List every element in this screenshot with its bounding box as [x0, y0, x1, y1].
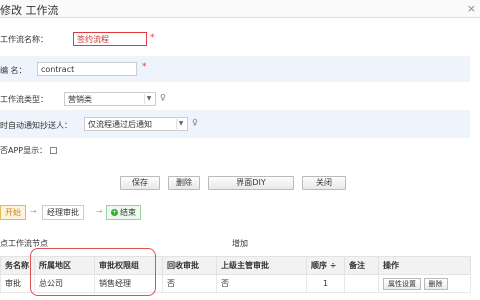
arrow-right-icon: →: [30, 207, 37, 216]
workflow-name-input[interactable]: 签约流程: [73, 32, 147, 46]
col-order[interactable]: 顺序 ÷: [306, 256, 345, 275]
col-recall: 回收审批: [162, 256, 217, 275]
cell-region: 总公司: [34, 274, 95, 293]
end-circle-icon: +: [111, 209, 118, 216]
app-label: 否APP显示：: [0, 146, 48, 155]
cell-name: 审批: [0, 274, 35, 293]
col-region: 所属地区: [34, 256, 95, 275]
workflow-code-input[interactable]: contract: [37, 62, 137, 76]
table-row: 审批 总公司 销售经理 否 否 1 属性设置 删除: [0, 274, 471, 293]
form-row-type: 工作流类型： 营销类 ▼ ♀: [0, 89, 470, 111]
sort-icon[interactable]: ÷: [330, 261, 337, 270]
table-header-row: 务名称 所属地区 审批权限组 回收审批 上级主管审批 顺序 ÷ 备注 操作: [0, 256, 471, 275]
flow-node-start[interactable]: 开始: [0, 205, 26, 220]
col-op: 操作: [378, 256, 471, 275]
notify-label: 时自动通知抄送人：: [0, 121, 72, 130]
chevron-down-icon: ▼: [144, 94, 153, 104]
workflow-type-value: 营销类: [68, 95, 92, 104]
close-icon[interactable]: ×: [467, 2, 476, 15]
name-label: 工作流名称：: [0, 35, 48, 44]
cell-superior: 否: [216, 274, 307, 293]
code-label: 编 名：: [0, 66, 27, 75]
flow-node-end[interactable]: + 结束: [106, 205, 141, 220]
cell-group: 销售经理: [94, 274, 163, 293]
required-mark: *: [142, 62, 147, 72]
cell-recall: 否: [162, 274, 217, 293]
window-titlebar: 修改 工作流 ×: [0, 0, 480, 18]
form-row-notify: 时自动通知抄送人： 仅流程通过后通知 ▼ ♀: [0, 110, 470, 138]
add-node-link[interactable]: 增加: [232, 238, 248, 249]
delete-button[interactable]: 删除: [168, 176, 200, 190]
nodes-table: 务名称 所属地区 审批权限组 回收审批 上级主管审批 顺序 ÷ 备注 操作 审批…: [0, 256, 471, 293]
chevron-down-icon: ▼: [176, 119, 185, 129]
close-button[interactable]: 关闭: [302, 176, 346, 190]
flow-node-end-label: 结束: [120, 208, 136, 217]
lightbulb-icon[interactable]: ♀: [160, 93, 166, 102]
workflow-type-select[interactable]: 营销类 ▼: [64, 92, 156, 106]
row-delete-button[interactable]: 删除: [423, 277, 448, 290]
cell-order: 1: [306, 274, 345, 293]
flow-node-manager[interactable]: 经理审批: [42, 205, 84, 220]
ui-diy-button[interactable]: 界面DIY: [208, 176, 294, 190]
col-note: 备注: [344, 256, 379, 275]
save-button[interactable]: 保存: [120, 176, 160, 190]
type-label: 工作流类型：: [0, 95, 48, 104]
required-mark: *: [150, 33, 155, 43]
cell-note: [344, 274, 379, 293]
property-settings-button[interactable]: 属性设置: [383, 277, 421, 290]
nodes-section-label: 点工作流节点: [0, 239, 48, 248]
form-row-app: 否APP显示：: [0, 142, 470, 160]
form-row-name: 工作流名称： 签约流程 *: [0, 28, 470, 50]
window-title: 修改 工作流: [0, 4, 59, 17]
notify-value: 仅流程通过后通知: [88, 120, 152, 129]
col-group: 审批权限组: [94, 256, 163, 275]
lightbulb-icon[interactable]: ♀: [192, 118, 198, 127]
col-superior: 上级主管审批: [216, 256, 307, 275]
notify-select[interactable]: 仅流程通过后通知 ▼: [84, 117, 188, 131]
app-display-checkbox[interactable]: [50, 147, 57, 154]
arrow-right-icon: →: [96, 207, 103, 216]
col-name: 务名称: [0, 256, 35, 275]
form-row-code: 编 名： contract *: [0, 56, 470, 82]
col-order-label: 顺序: [311, 261, 327, 270]
cell-op: 属性设置 删除: [378, 274, 471, 293]
